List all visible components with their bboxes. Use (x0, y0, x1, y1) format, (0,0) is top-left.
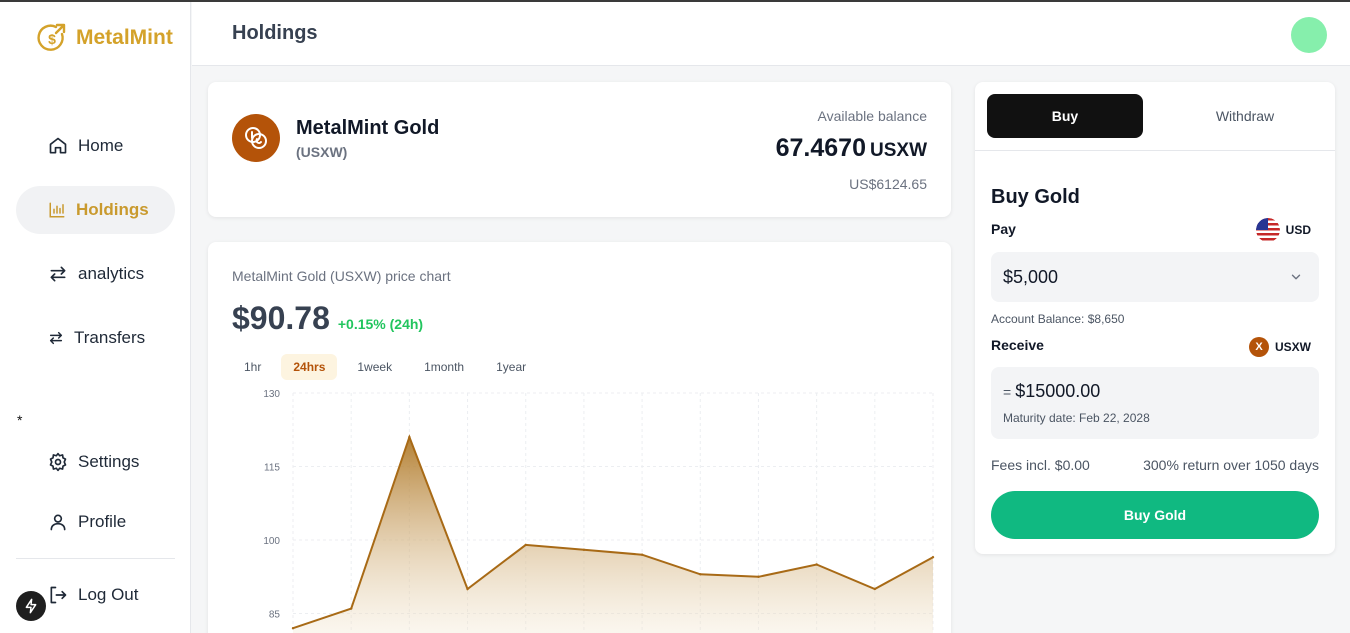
avatar[interactable] (1291, 17, 1327, 53)
receive-amount: $15000.00 (1015, 381, 1101, 401)
return-info: 300% return over 1050 days (1143, 457, 1319, 473)
gear-icon (49, 452, 67, 472)
data-point (524, 543, 527, 547)
buy-gold-button[interactable]: Buy Gold (991, 491, 1319, 539)
receive-currency: USXW (1275, 340, 1311, 354)
equals-sign: = (1003, 384, 1012, 400)
data-point (931, 555, 935, 559)
arrows-swap-small-icon (49, 331, 63, 345)
top-header: Holdings (192, 2, 1350, 66)
range-1month[interactable]: 1month (412, 354, 476, 380)
buy-panel: Buy Withdraw Buy Gold Pay USD $5,000 Acc… (975, 82, 1335, 554)
receive-label: Receive (991, 337, 1044, 353)
pay-amount-select[interactable]: $5,000 (991, 252, 1319, 302)
bar-chart-icon (49, 202, 65, 218)
balance-unit: USXW (870, 140, 927, 161)
us-flag-icon (1255, 218, 1280, 242)
data-point (815, 563, 818, 566)
balance-card: MetalMint Gold (USXW) Available balance … (208, 82, 951, 217)
sidebar-item-settings[interactable]: Settings (16, 438, 175, 486)
chart-title: MetalMint Gold (USXW) price chart (232, 268, 451, 284)
chevron-down-icon (1291, 274, 1301, 280)
range-1hr[interactable]: 1hr (232, 354, 273, 380)
price-change: +0.15% (24h) (337, 316, 424, 332)
time-range-selector: 1hr 24hrs 1week 1month 1year (232, 354, 538, 380)
tab-withdraw[interactable]: Withdraw (1165, 94, 1325, 138)
quick-action-button[interactable] (16, 591, 46, 621)
range-24hrs[interactable]: 24hrs (281, 354, 338, 380)
range-1week[interactable]: 1week (345, 354, 404, 380)
sidebar-item-label: Holdings (76, 200, 149, 219)
tab-buy[interactable]: Buy (987, 94, 1143, 138)
sidebar-item-transfers[interactable]: Transfers (16, 314, 175, 362)
price-area-chart: 130 115 100 85 (263, 389, 935, 633)
data-point (291, 627, 295, 630)
sidebar-marker: * (17, 412, 23, 428)
tab-divider (975, 150, 1335, 151)
pay-amount-value: $5,000 (1003, 266, 1059, 287)
usxw-token-icon: X (1249, 337, 1269, 357)
sidebar-item-home[interactable]: Home (16, 122, 175, 170)
y-tick-label: 130 (263, 389, 280, 400)
sidebar-item-label: Settings (78, 452, 140, 471)
sidebar-item-label: Log Out (78, 585, 139, 604)
data-point (640, 553, 644, 556)
receive-currency-tag[interactable]: X USXW (1249, 337, 1311, 357)
y-tick-label: 85 (269, 610, 281, 621)
sidebar: $ MetalMint Home Holdings analytics Tran… (0, 2, 191, 633)
home-icon (49, 137, 67, 154)
y-tick-label: 115 (264, 463, 280, 474)
pay-currency-tag[interactable]: USD (1255, 218, 1311, 242)
dollar-arrow-logo-icon: $ (37, 23, 66, 51)
buy-title: Buy Gold (991, 186, 1080, 208)
y-tick-label: 100 (263, 536, 280, 547)
data-point (699, 573, 702, 576)
sidebar-item-holdings[interactable]: Holdings (16, 186, 175, 234)
range-1year[interactable]: 1year (484, 354, 538, 380)
sidebar-item-analytics[interactable]: analytics (16, 250, 175, 298)
pay-currency: USD (1285, 223, 1311, 237)
price-chart-card: MetalMint Gold (USXW) price chart $90.78… (208, 242, 951, 633)
data-point (873, 587, 877, 591)
maturity-date: Maturity date: Feb 22, 2028 (1003, 411, 1150, 425)
data-point (757, 575, 760, 578)
current-price-row: $90.78 +0.15% (24h) (232, 300, 423, 337)
available-balance-label: Available balance (817, 108, 928, 124)
sidebar-item-label: analytics (78, 264, 145, 283)
fees-info: Fees incl. $0.00 (991, 457, 1090, 473)
lightning-icon (25, 598, 37, 614)
account-balance: Account Balance: $8,650 (991, 312, 1125, 326)
data-point (582, 548, 586, 551)
brand-logo[interactable]: $ MetalMint (36, 22, 173, 54)
asset-name: MetalMint Gold (296, 117, 440, 139)
sidebar-item-label: Profile (78, 512, 127, 531)
current-price: $90.78 (232, 300, 330, 336)
brand-name: MetalMint (76, 26, 173, 49)
arrows-swap-icon (50, 266, 66, 282)
balance-usd-value: US$6124.65 (849, 176, 927, 192)
available-balance-amount: 67.4670 USXW (776, 134, 927, 163)
gold-coins-icon (232, 114, 280, 162)
sidebar-item-label: Home (78, 136, 124, 155)
data-point (349, 607, 353, 610)
user-icon (50, 514, 66, 531)
receive-output: = $15000.00 Maturity date: Feb 22, 2028 (991, 367, 1319, 439)
data-point (408, 435, 411, 439)
sidebar-divider (16, 558, 175, 559)
sidebar-item-profile[interactable]: Profile (16, 498, 175, 546)
receive-amount-row: = $15000.00 (1003, 381, 1100, 402)
svg-text:$: $ (48, 31, 56, 47)
pay-label: Pay (991, 221, 1016, 237)
data-point (466, 587, 469, 591)
logout-icon (50, 586, 67, 604)
asset-ticker: (USXW) (296, 144, 348, 160)
page-title: Holdings (232, 22, 318, 44)
balance-number: 67.4670 (775, 134, 866, 162)
sidebar-item-label: Transfers (74, 328, 146, 347)
